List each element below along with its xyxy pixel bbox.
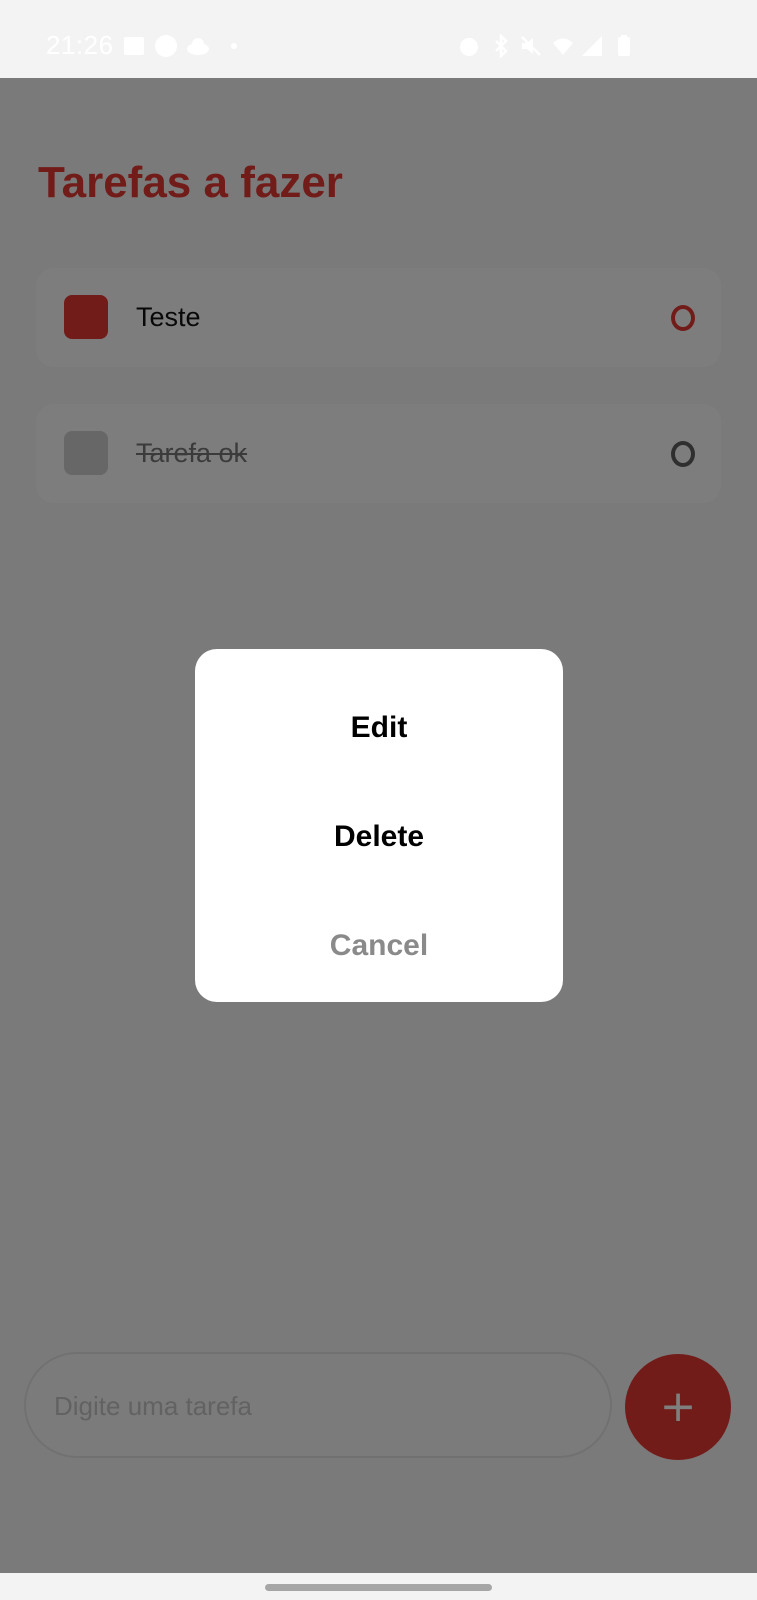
- mute-icon: [521, 36, 541, 56]
- home-indicator[interactable]: [265, 1584, 492, 1591]
- delete-option[interactable]: Delete: [195, 791, 563, 883]
- alarm-icon: [460, 38, 478, 56]
- cloud-icon: [187, 38, 209, 55]
- status-bar: 21:26: [0, 0, 757, 78]
- bluetooth-icon: [495, 34, 508, 58]
- launcher-icon: [155, 35, 177, 57]
- dot-icon: [231, 43, 237, 49]
- status-time: 21:26: [46, 30, 114, 60]
- gallery-icon: [124, 37, 144, 55]
- cancel-option[interactable]: Cancel: [195, 900, 563, 992]
- wifi-icon: [553, 38, 573, 55]
- edit-option[interactable]: Edit: [195, 682, 563, 774]
- navigation-bar: [0, 1573, 757, 1600]
- modal-overlay[interactable]: Edit Delete Cancel: [0, 78, 757, 1573]
- battery-icon: [618, 35, 630, 56]
- signal-icon: [582, 36, 602, 56]
- action-dialog: Edit Delete Cancel: [195, 649, 563, 1002]
